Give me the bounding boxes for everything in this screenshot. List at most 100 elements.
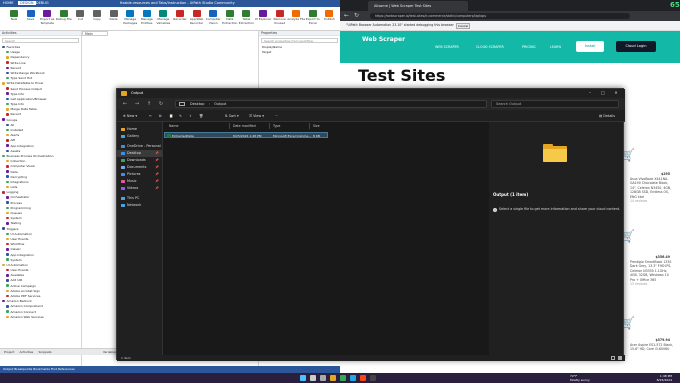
breadcrumb-desktop[interactable]: Desktop	[190, 102, 204, 106]
nav-cloud-scraper[interactable]: CLOUD SCRAPER	[476, 45, 504, 49]
address-breadcrumb[interactable]: Desktop › Output	[175, 100, 487, 108]
tiles-view-icon[interactable]	[618, 356, 622, 360]
terminal-icon[interactable]	[370, 375, 376, 381]
up-icon[interactable]: ↑	[145, 101, 153, 107]
tab-variables[interactable]: Variables	[103, 350, 117, 354]
breadcrumb-chevron-icon: ›	[208, 102, 210, 106]
maximize-icon[interactable]: □	[598, 90, 608, 97]
product-card[interactable]: $295 Asus VivoBook X441NA-GA190 Chocolat…	[630, 172, 674, 204]
column-divider[interactable]	[229, 123, 230, 129]
forward-icon[interactable]: →	[133, 101, 141, 107]
back-icon[interactable]: ←	[121, 101, 129, 107]
pin-icon[interactable]: 📌	[155, 171, 159, 178]
nav-item-home[interactable]: Home	[117, 126, 162, 133]
product-card[interactable]: $356.49 Prestigio SmartBook 133S Dark Gr…	[630, 255, 674, 287]
system-clock[interactable]: 1:48 PM 8/25/2024	[657, 374, 672, 382]
pin-icon[interactable]: 📌	[155, 157, 159, 164]
column-divider[interactable]	[269, 123, 270, 129]
breadcrumb-output[interactable]: Output	[214, 102, 226, 106]
paste-icon[interactable]: 📋	[169, 113, 173, 119]
nav-item-videos[interactable]: Videos 📌	[117, 185, 162, 192]
browser-tab[interactable]: Allsome | Web Scraper Test Sites	[368, 1, 468, 11]
menu-home[interactable]: HOME	[3, 1, 14, 5]
activity-label: Write Range Workbook	[10, 70, 45, 75]
properties-search-input[interactable]: Search properties from workflow	[261, 38, 338, 43]
file-name[interactable]: ExtractedData	[172, 134, 194, 139]
new-button[interactable]: ⊕ New ▾	[123, 113, 137, 119]
nav-item-music[interactable]: Music 📌	[117, 178, 162, 185]
copy-icon[interactable]: ⧉	[159, 113, 161, 119]
edge-icon[interactable]	[350, 375, 356, 381]
nav-learn[interactable]: LEARN	[550, 45, 561, 49]
view-button[interactable]: ☰ View ▾	[249, 113, 264, 119]
sort-button[interactable]: ⇅ Sort ▾	[225, 113, 239, 119]
minimize-icon[interactable]: –	[585, 90, 595, 97]
close-icon[interactable]: ✕	[611, 90, 621, 97]
nav-item-gallery[interactable]: Gallery	[117, 133, 162, 140]
details-button[interactable]: ▤ Details	[599, 113, 615, 119]
rename-icon[interactable]: ✎	[179, 113, 182, 119]
pin-icon[interactable]: 📌	[155, 164, 159, 171]
pin-icon[interactable]: 📌	[155, 178, 159, 185]
explorer-icon[interactable]	[330, 375, 336, 381]
activity-label: Get Application/Browser	[10, 96, 47, 101]
share-icon[interactable]: ⇪	[189, 113, 192, 119]
address-bar[interactable]: https://webscraper.io/test-sites/e-comme…	[370, 13, 630, 19]
activity-label: Workflow	[10, 242, 25, 247]
activity-icon	[6, 56, 9, 59]
nav-item-this-pc[interactable]: This PC	[117, 195, 162, 202]
column-divider[interactable]	[309, 123, 310, 129]
tab-project[interactable]: Project	[4, 350, 14, 354]
tab-snippets[interactable]: Snippets	[39, 350, 52, 354]
column-type[interactable]: Type	[273, 124, 280, 128]
nav-item-label: Home	[127, 127, 138, 131]
reload-icon[interactable]: ↻	[354, 12, 359, 19]
site-logo[interactable]: Web Scraper	[362, 37, 405, 43]
property-row[interactable]: Target	[259, 50, 340, 55]
nav-item-network[interactable]: Network	[117, 202, 162, 209]
tab-activities[interactable]: Activities	[20, 350, 34, 354]
nav-item-downloads[interactable]: Downloads 📌	[117, 157, 162, 164]
nav-pricing[interactable]: PRICING	[522, 45, 536, 49]
properties-title: Properties	[259, 31, 340, 36]
debug-cancel-button[interactable]: Cancel	[456, 23, 470, 29]
pin-icon[interactable]: 📌	[155, 150, 159, 157]
menu-design[interactable]: DESIGN	[18, 1, 36, 5]
product-card[interactable]: $379.94 Acer Aspire ES1-572 Black, 15.6"…	[630, 338, 674, 352]
chrome-icon[interactable]	[340, 375, 346, 381]
activity-label: UI Automation	[10, 231, 33, 236]
tab-main[interactable]: Main	[82, 31, 108, 36]
cloud-login-button[interactable]: Cloud Login	[616, 41, 656, 52]
activity-icon	[6, 294, 9, 298]
menu-debug[interactable]: DEBUG	[36, 1, 49, 5]
taskview-icon[interactable]	[320, 375, 326, 381]
refresh-icon[interactable]: ↻	[157, 101, 165, 107]
ribbon-button[interactable]: Publish	[319, 9, 339, 29]
column-name[interactable]: Name	[169, 124, 178, 128]
file-type: Microsoft Excel Comma...	[273, 133, 311, 138]
nav-item-onedrive-personal[interactable]: OneDrive - Personal	[117, 143, 162, 150]
activity-tree-item[interactable]: Amazon Web Services	[0, 315, 81, 320]
more-options-icon[interactable]: ···	[275, 113, 278, 119]
column-date-modified[interactable]: Date modified	[233, 124, 256, 128]
nav-web-scraper[interactable]: WEB SCRAPER	[435, 45, 459, 49]
nav-item-documents[interactable]: Documents 📌	[117, 164, 162, 171]
install-button[interactable]: Install	[576, 41, 604, 52]
delete-icon[interactable]: 🗑	[199, 113, 203, 119]
activities-search-input[interactable]: Search	[2, 38, 79, 43]
weather-widget[interactable]: 72°F Mostly sunny	[570, 374, 590, 382]
search-icon[interactable]	[310, 375, 316, 381]
nav-item-pictures[interactable]: Pictures 📌	[117, 171, 162, 178]
computer-icon	[121, 197, 125, 200]
cut-icon[interactable]: ✂	[149, 113, 152, 119]
file-row[interactable]: ExtractedData 8/25/2024 1:48 PM Microsof…	[164, 132, 328, 138]
pin-icon[interactable]: 📌	[155, 185, 159, 192]
activity-label: Business Process Orchestration	[6, 153, 54, 158]
nav-item-desktop[interactable]: Desktop 📌	[117, 150, 162, 157]
start-icon[interactable]	[300, 375, 306, 381]
column-size[interactable]: Size	[313, 124, 320, 128]
explorer-search-input[interactable]: Search Output	[491, 100, 619, 108]
back-icon[interactable]: ←	[344, 12, 349, 19]
uipath-icon[interactable]	[360, 375, 366, 381]
details-view-icon[interactable]	[611, 356, 615, 360]
